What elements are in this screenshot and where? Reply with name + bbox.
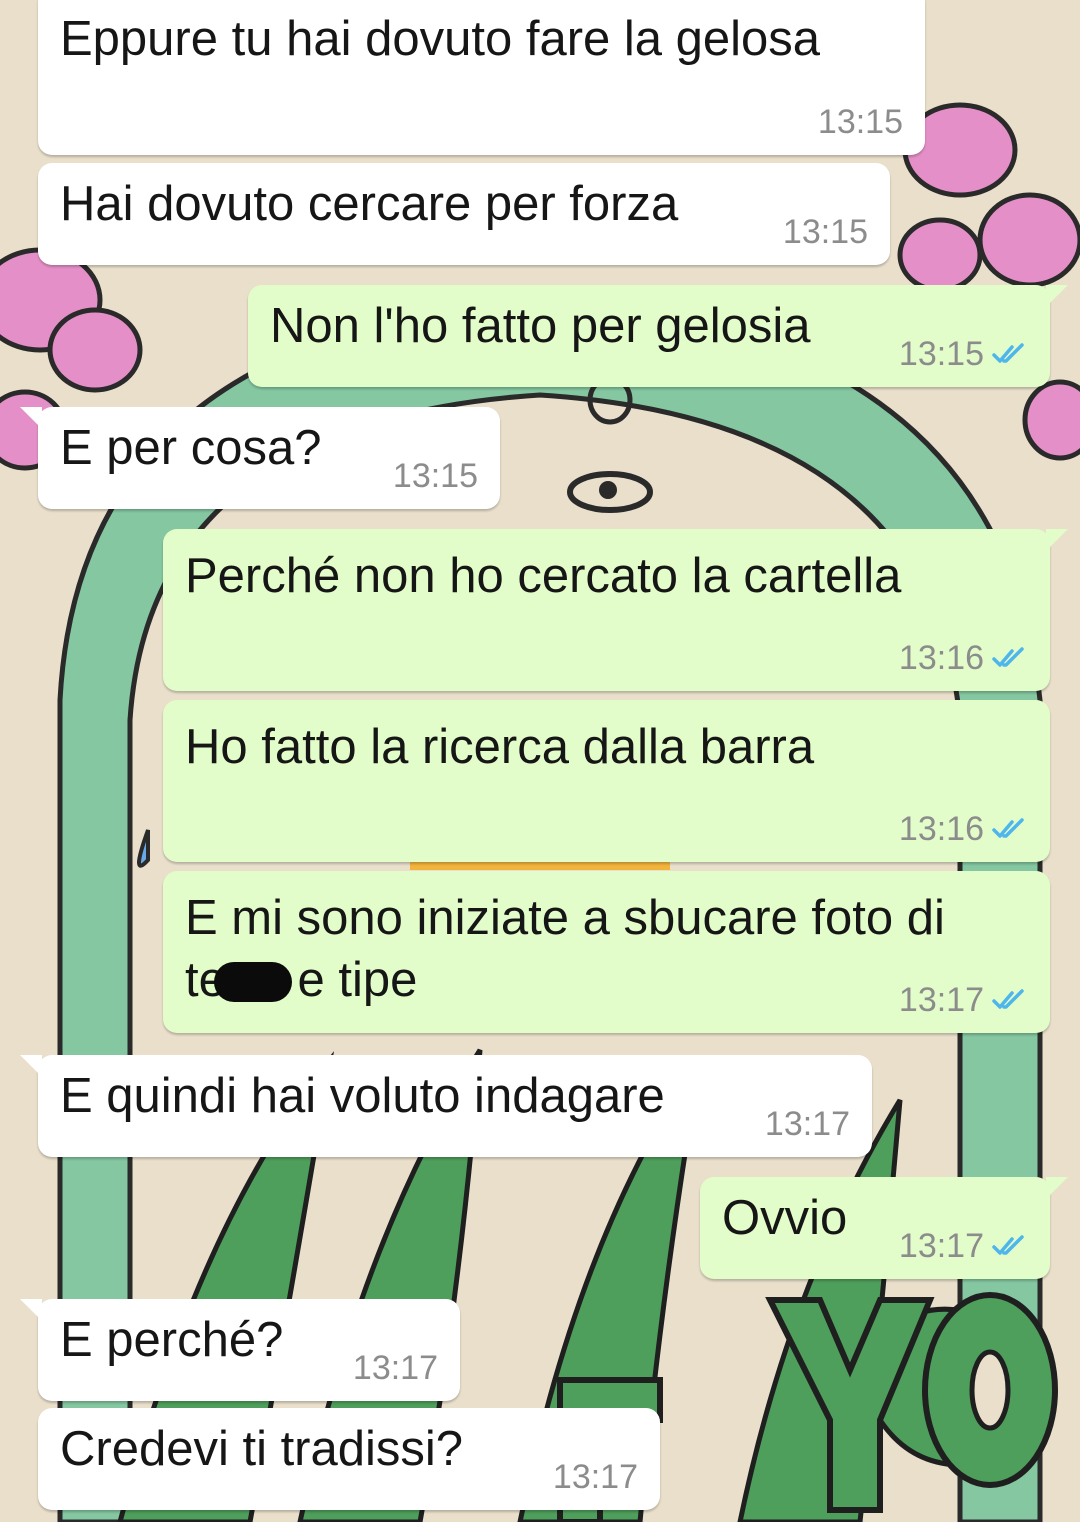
- message-meta: 13:17: [899, 981, 1028, 1019]
- message-time: 13:15: [392, 457, 478, 495]
- message-time: 13:17: [898, 1227, 984, 1265]
- message-text: E perché?: [60, 1313, 284, 1367]
- message-meta: 13:17: [353, 1349, 438, 1387]
- redaction-mark: [213, 962, 292, 1002]
- message-time: 13:15: [782, 213, 868, 251]
- message-meta: 13:15: [783, 213, 868, 251]
- double-check-icon: [992, 647, 1024, 667]
- message-time: 13:17: [552, 1458, 638, 1496]
- message-bubble-incoming[interactable]: E per cosa? 13:15: [20, 407, 500, 509]
- message-text: Perché non ho cercato la cartella: [185, 549, 902, 603]
- message-meta: 13:15: [393, 457, 478, 495]
- message-meta: 13:17: [899, 1227, 1028, 1265]
- message-bubble-outgoing[interactable]: Ho fatto la ricerca dalla barra 13:16: [163, 700, 1050, 862]
- message-text: Ho fatto la ricerca dalla barra: [185, 720, 815, 774]
- message-time: 13:16: [898, 639, 984, 677]
- message-text: E mi sono iniziate a sbucare foto di te …: [185, 887, 945, 1011]
- message-meta: 13:17: [765, 1105, 850, 1143]
- message-text: Ovvio: [722, 1191, 848, 1245]
- message-meta: 13:16: [899, 810, 1028, 848]
- message-bubble-incoming[interactable]: Hai dovuto cercare per forza 13:15: [38, 163, 890, 265]
- message-meta: 13:17: [553, 1458, 638, 1496]
- message-bubble-outgoing[interactable]: Non l'ho fatto per gelosia 13:15: [248, 285, 1068, 387]
- message-bubble-incoming[interactable]: Credevi ti tradissi? 13:17: [38, 1408, 660, 1510]
- message-text: Eppure tu hai dovuto fare la gelosa: [60, 12, 821, 66]
- message-bubble-outgoing[interactable]: E mi sono iniziate a sbucare foto di te …: [163, 871, 1050, 1033]
- message-time: 13:15: [817, 103, 903, 141]
- message-bubble-outgoing[interactable]: Ovvio 13:17: [700, 1177, 1068, 1279]
- message-time: 13:17: [764, 1105, 850, 1143]
- message-text: E per cosa?: [60, 421, 322, 475]
- message-meta: 13:15: [818, 103, 903, 141]
- double-check-icon: [992, 989, 1024, 1009]
- message-bubble-incoming[interactable]: Eppure tu hai dovuto fare la gelosa 13:1…: [38, 0, 925, 155]
- double-check-icon: [992, 818, 1024, 838]
- message-text: Non l'ho fatto per gelosia: [270, 299, 811, 353]
- message-meta: 13:15: [899, 335, 1028, 373]
- message-time: 13:17: [352, 1349, 438, 1387]
- message-bubble-incoming[interactable]: E perché? 13:17: [20, 1299, 460, 1401]
- message-time: 13:16: [898, 810, 984, 848]
- message-text-line1: E mi sono iniziate a sbucare foto di: [185, 891, 945, 945]
- message-text: E quindi hai voluto indagare: [60, 1069, 665, 1123]
- message-text-line2-end: e tipe: [283, 953, 418, 1007]
- message-time: 13:15: [898, 335, 984, 373]
- message-text: Hai dovuto cercare per forza: [60, 177, 679, 231]
- double-check-icon: [992, 343, 1024, 363]
- message-bubble-outgoing[interactable]: Perché non ho cercato la cartella 13:16: [163, 529, 1068, 691]
- message-time: 13:17: [898, 981, 984, 1019]
- message-meta: 13:16: [899, 639, 1028, 677]
- message-text: Credevi ti tradissi?: [60, 1422, 464, 1476]
- message-bubble-incoming[interactable]: E quindi hai voluto indagare 13:17: [20, 1055, 872, 1157]
- double-check-icon: [992, 1235, 1024, 1255]
